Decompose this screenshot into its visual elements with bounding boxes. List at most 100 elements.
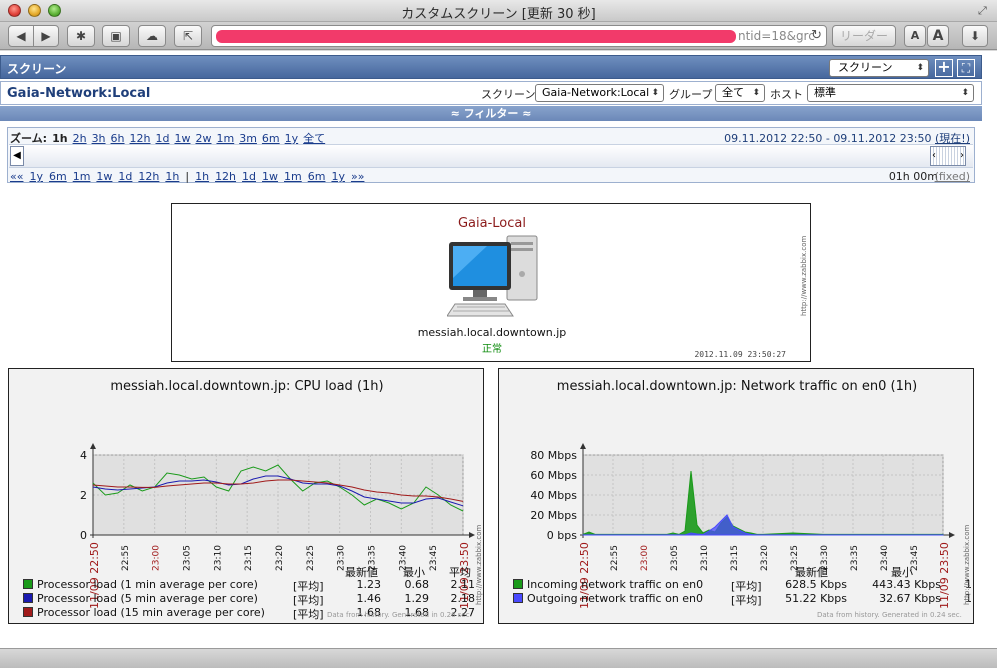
map-timestamp: 2012.11.09 23:50:27: [694, 350, 786, 359]
screen-header-bar: スクリーン スクリーン ⬍ + ⛶: [0, 55, 982, 79]
scroll-left-button[interactable]: ◀: [10, 146, 24, 166]
nav-forward-link[interactable]: 1d: [242, 170, 256, 183]
nav-back-link[interactable]: 1h: [165, 170, 179, 183]
address-text: ntid=18&grc: [738, 29, 815, 43]
scroll-thumb[interactable]: ‹ ›: [930, 146, 966, 166]
select-arrows-icon: ⬍: [651, 88, 659, 98]
nav-back-link[interactable]: 1w: [96, 170, 112, 183]
fullscreen-icon[interactable]: ⛶: [957, 59, 975, 77]
net-graph-panel: messiah.local.downtown.jp: Network traff…: [498, 368, 974, 624]
legend-swatch: [23, 607, 33, 617]
legend-name: Processor load (15 min average per core): [37, 606, 265, 619]
reload-icon[interactable]: ↻: [811, 28, 822, 43]
computer-icon[interactable]: [447, 234, 539, 322]
screen-select[interactable]: Gaia-Network:Local ⬍: [535, 84, 664, 102]
address-bar[interactable]: ntid=18&grc ↻: [211, 25, 827, 47]
font-larger-button[interactable]: A: [927, 25, 949, 47]
legend-avg: 2.11: [450, 578, 476, 591]
nav-back-link[interactable]: 1y: [29, 170, 43, 183]
legend-entry: Processor load (1 min average per core): [23, 578, 258, 591]
timeline-bar: ズーム: 1h 2h 3h 6h 12h 1d 1w 2w 1m 3m 6m 1y 全て 09.11.20…: [7, 127, 975, 183]
share-icon[interactable]: ⇱: [174, 25, 202, 47]
download-icon[interactable]: ⬇: [962, 25, 988, 47]
legend-name: Incoming network traffic on en0: [527, 578, 704, 591]
time-scrollbar[interactable]: ◀ ‹ ›: [9, 144, 973, 168]
legend-entry: Incoming network traffic on en0: [513, 578, 703, 591]
legend-min: 1.29: [404, 592, 430, 605]
nav-forward-link[interactable]: 1h: [195, 170, 209, 183]
map-title[interactable]: Gaia-Local: [172, 216, 812, 231]
select-arrows-icon: ⬍: [916, 63, 924, 73]
legend-func: [平均]: [293, 608, 324, 621]
nav-back-link[interactable]: 1m: [73, 170, 91, 183]
fixed-toggle[interactable]: (fixed): [935, 170, 970, 183]
fullscreen-arrows-icon[interactable]: ⤢: [978, 4, 991, 17]
bug-icon[interactable]: ✱: [67, 25, 95, 47]
back-button[interactable]: ◀: [8, 25, 34, 47]
add-button[interactable]: +: [935, 59, 953, 77]
legend-avg: 2.18: [450, 592, 476, 605]
cpu-graph-panel: messiah.local.downtown.jp: CPU load (1h)…: [8, 368, 484, 624]
screen-type-value: スクリーン: [838, 61, 893, 74]
host-select[interactable]: 標準 ⬍: [807, 84, 974, 102]
legend-swatch: [513, 593, 523, 603]
select-arrows-icon: ⬍: [752, 88, 760, 98]
host-label: ホスト: [770, 88, 803, 101]
nav-forward-link[interactable]: 1m: [284, 170, 302, 183]
map-watermark: http://www.zabbix.com: [800, 235, 808, 316]
legend-last: 51.22 Kbps: [785, 592, 847, 605]
cpu-legend: 最新値 最小 平均 Processor load (1 min average …: [9, 369, 483, 623]
nav-forward-link[interactable]: 1w: [262, 170, 278, 183]
screen-label: スクリーン: [481, 88, 536, 101]
period-label: 01h 00m: [888, 170, 938, 183]
nav-forward-link[interactable]: 6m: [308, 170, 326, 183]
window-titlebar: カスタムスクリーン [更新 30 秒] ⤢: [0, 0, 997, 22]
reader-button[interactable]: リーダー: [832, 25, 896, 47]
window-title: カスタムスクリーン [更新 30 秒]: [401, 7, 596, 22]
nav-forward-end[interactable]: »»: [351, 170, 364, 183]
chevron-right-icon: ›: [960, 150, 964, 161]
legend-name: Processor load (5 min average per core): [37, 592, 258, 605]
group-select[interactable]: 全て ⬍: [715, 84, 765, 102]
font-smaller-button[interactable]: A: [904, 25, 926, 47]
nav-back-link[interactable]: 12h: [138, 170, 159, 183]
header-title: スクリーン: [7, 62, 67, 76]
legend-swatch: [513, 579, 523, 589]
screen-name: Gaia-Network:Local: [7, 86, 151, 101]
nav-forward-link[interactable]: 1y: [331, 170, 345, 183]
forward-button[interactable]: ▶: [33, 25, 59, 47]
browser-statusbar: [0, 648, 997, 668]
legend-name: Outgoing network traffic on en0: [527, 592, 704, 605]
legend-entry: Processor load (5 min average per core): [23, 592, 258, 605]
legend-entry: Outgoing network traffic on en0: [513, 592, 703, 605]
nav-back-start[interactable]: ««: [10, 170, 23, 183]
legend-last: 628.5 Kbps: [785, 578, 847, 591]
cloud-icon[interactable]: ☁: [138, 25, 166, 47]
legend-entry: Processor load (15 min average per core): [23, 606, 265, 619]
legend-min: 32.67 Kbps: [879, 592, 941, 605]
cpu-footer-note: Data from history. Generated in 0.26 sec…: [327, 611, 472, 619]
group-label: グループ: [669, 88, 713, 101]
chevron-left-icon: ‹: [932, 150, 936, 161]
page-content: スクリーン スクリーン ⬍ + ⛶ Gaia-Network:Local スクリ…: [0, 51, 997, 648]
net-footer-note: Data from history. Generated in 0.24 sec…: [817, 611, 962, 619]
net-watermark: http://www.zabbix.com: [963, 524, 971, 605]
address-redaction: [216, 30, 736, 43]
net-legend: 最新値 最小 Incoming network traffic on en0 [平…: [499, 369, 973, 623]
filter-toggle[interactable]: ≈ フィルター ≈: [0, 106, 982, 121]
legend-swatch: [23, 593, 33, 603]
nav-forward-link[interactable]: 12h: [215, 170, 236, 183]
screen-type-select[interactable]: スクリーン ⬍: [829, 59, 929, 77]
legend-last: 1.23: [356, 578, 382, 591]
clip-icon[interactable]: ▣: [102, 25, 130, 47]
group-select-value: 全て: [722, 86, 744, 99]
host-select-value: 標準: [814, 86, 836, 99]
map-host-label: messiah.local.downtown.jp: [417, 326, 567, 339]
nav-back-link[interactable]: 6m: [49, 170, 67, 183]
browser-toolbar: ◀ ▶ ✱ ▣ ☁ ⇱ ntid=18&grc ↻ リーダー A A ⬇: [0, 22, 997, 50]
legend-func: [平均]: [731, 594, 762, 607]
nav-back-link[interactable]: 1d: [118, 170, 132, 183]
nav-row: «« 1y 6m 1m 1w 1d 12h 1h | 1h 12h 1d 1w 1m 6m 1y »»: [10, 170, 364, 183]
nav-separator: |: [185, 170, 190, 183]
legend-name: Processor load (1 min average per core): [37, 578, 258, 591]
